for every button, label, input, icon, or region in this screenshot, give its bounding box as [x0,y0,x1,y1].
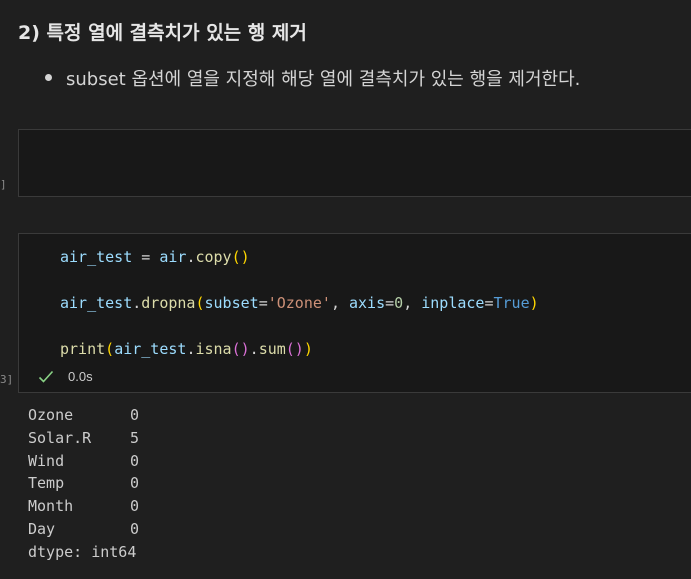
empty-code-cell[interactable] [18,129,691,197]
code-token: ) [529,294,539,312]
code-token: air_test [114,340,187,358]
code-token: air [159,248,187,266]
code-token: inplace [421,294,485,312]
output-row: Month 0 [28,495,139,518]
code-token: subset [204,294,259,312]
code-token: = [258,294,268,312]
bullet-dot [45,74,52,81]
code-token: () [231,248,250,266]
execution-count: 3] [0,373,14,386]
output-name: Day [28,519,56,538]
code-token: air_test [60,294,133,312]
output-value: 0 [130,451,140,470]
output-value: 5 [130,428,140,447]
output-row: Wind 0 [28,450,139,473]
code-token: True [493,294,530,312]
output-row: Temp 0 [28,472,139,495]
output-name: Solar.R [28,428,92,447]
code-token: 0 [394,294,404,312]
execution-time: 0.0s [68,369,93,384]
output-name: Wind [28,451,65,470]
code-token: () [285,340,304,358]
code-token: 'Ozone' [267,294,331,312]
output-name: Ozone [28,406,74,424]
markdown-heading: 2) 특정 열에 결측치가 있는 행 제거 [18,22,307,44]
code-token: . [132,294,142,312]
check-icon [38,370,54,384]
code-token: sum [258,340,286,358]
code-token: () [231,340,250,358]
cell-output: Ozone 0 Solar.R 5 Wind 0 Temp 0 Month 0 Day 0 … [28,404,139,564]
output-value: 0 [130,406,140,424]
output-value: 0 [130,474,140,493]
code-line[interactable]: air_test.dropna(subset='Ozone', axis=0, … [60,294,539,312]
output-name: Month [28,497,74,516]
markdown-bullet-text: subset 옵션에 열을 지정해 해당 열에 결측치가 있는 행을 제거한다. [66,69,581,90]
execution-count: ] [0,178,7,191]
output-value: 0 [130,519,140,538]
code-token: ( [105,340,115,358]
code-token: isna [195,340,232,358]
code-token: dropna [141,294,196,312]
output-row: Day 0 [28,518,139,541]
code-token: = [484,294,494,312]
code-token: , [403,294,422,312]
code-token: print [60,340,106,358]
output-dtype: dtype: int64 [28,542,137,561]
code-token: copy [195,248,232,266]
output-value: 0 [130,497,140,516]
code-token: air_test [60,248,133,266]
code-token: = [132,248,160,266]
code-line[interactable]: air_test = air.copy() [60,248,250,266]
code-token: = [385,294,395,312]
code-token: ( [195,294,205,312]
code-token: ) [303,340,313,358]
code-token: axis [349,294,386,312]
code-line[interactable]: print(air_test.isna().sum()) [60,340,313,358]
code-token: , [330,294,349,312]
output-row: Ozone 0 [28,404,139,427]
execution-status: 0.0s [38,369,93,384]
code-token: . [249,340,259,358]
output-name: Temp [28,474,65,493]
output-row: Solar.R 5 [28,427,139,450]
